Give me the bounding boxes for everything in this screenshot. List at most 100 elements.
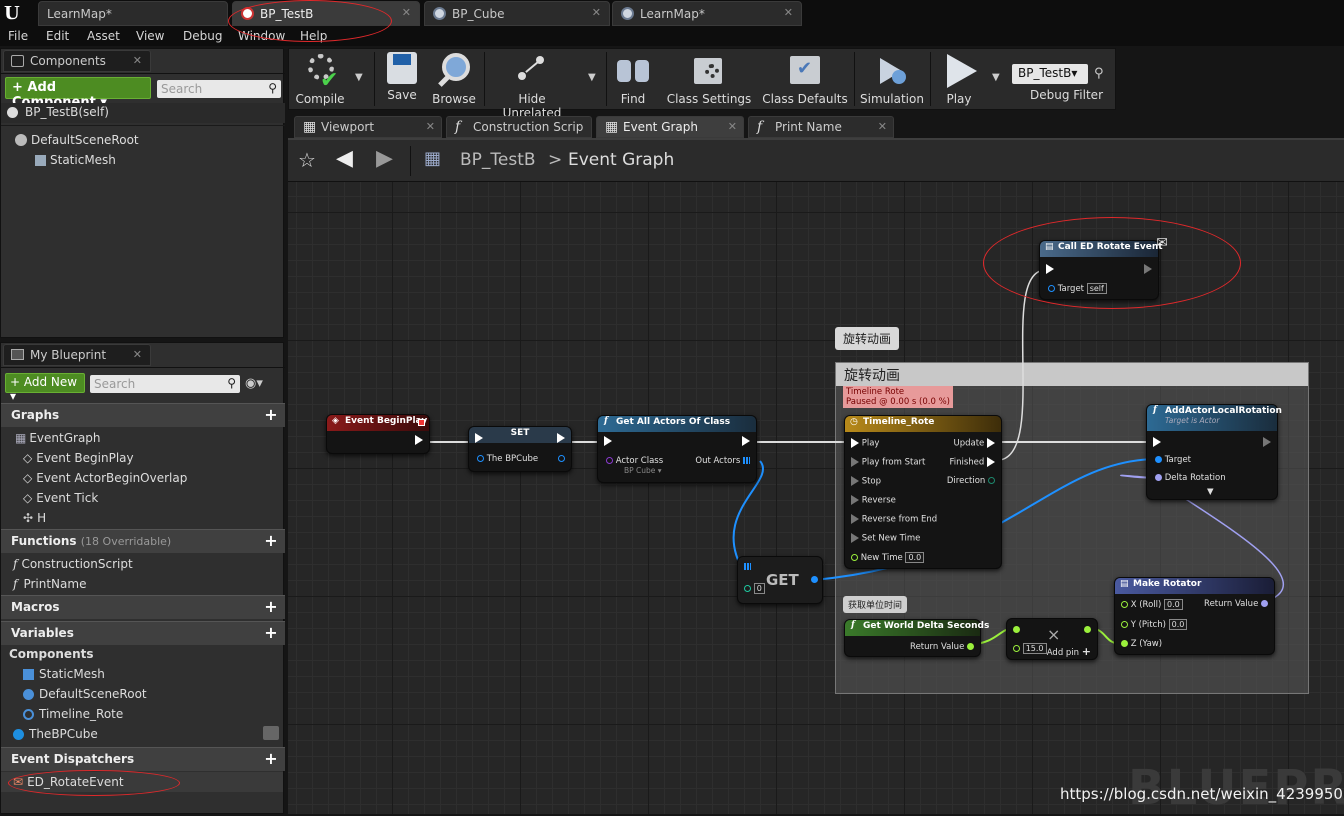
- compile-options-chevron-icon[interactable]: ▼: [355, 72, 363, 83]
- graph-item-eventtick[interactable]: ◇ Event Tick: [23, 491, 98, 505]
- unreal-logo-icon[interactable]: U: [4, 3, 24, 24]
- graphs-section-header[interactable]: Graphs +: [1, 403, 285, 427]
- tab-construction-script[interactable]: f Construction Scrip: [446, 116, 592, 138]
- exec-in-pin[interactable]: [1153, 437, 1161, 448]
- target-pin[interactable]: Target: [1155, 455, 1191, 465]
- tree-item-staticmesh[interactable]: StaticMesh: [35, 153, 116, 167]
- return-value-pin[interactable]: Return Value: [910, 642, 974, 652]
- exec-in-pin[interactable]: [604, 436, 612, 447]
- out-actors-pin[interactable]: Out Actors: [695, 456, 750, 466]
- stop-pin[interactable]: Stop: [851, 476, 881, 487]
- close-icon[interactable]: ✕: [133, 348, 142, 361]
- doc-tab-bp-cube[interactable]: BP_Cube ✕: [424, 1, 610, 26]
- add-variable-plus-icon[interactable]: +: [263, 625, 279, 641]
- event-dispatchers-section-header[interactable]: Event Dispatchers +: [1, 747, 285, 771]
- back-arrow-icon[interactable]: ◀: [336, 146, 353, 171]
- node-timeline-rote[interactable]: ◷ Timeline_Rote Play Play from Start Stop…: [844, 415, 1002, 569]
- float-b-pin[interactable]: 15.0: [1013, 643, 1047, 654]
- graph-item-eventgraph[interactable]: ▦ EventGraph: [15, 431, 101, 445]
- menu-asset[interactable]: Asset: [87, 29, 120, 43]
- direction-pin[interactable]: Direction: [947, 476, 995, 486]
- exec-in-pin[interactable]: [475, 433, 483, 444]
- breadcrumb-root[interactable]: BP_TestB: [460, 150, 536, 170]
- exec-out-pin[interactable]: [742, 436, 750, 447]
- reverse-pin[interactable]: Reverse: [851, 495, 896, 506]
- item-out-pin[interactable]: [811, 575, 818, 585]
- node-add-actor-local-rotation[interactable]: f AddActorLocalRotation Target is Actor Ta…: [1146, 404, 1282, 500]
- exec-out-pin[interactable]: [557, 433, 565, 444]
- graph-item-h[interactable]: ✣ H: [23, 511, 46, 525]
- doc-tab-learnmap-1[interactable]: LearnMap*: [38, 1, 228, 26]
- tab-viewport[interactable]: ▦ Viewport ✕: [294, 116, 442, 138]
- debug-object-select[interactable]: BP_TestB▾: [1012, 64, 1088, 84]
- menu-view[interactable]: View: [136, 29, 164, 43]
- functions-section-header[interactable]: Functions (18 Overridable) +: [1, 529, 285, 553]
- delta-rotation-pin[interactable]: Delta Rotation: [1155, 473, 1226, 483]
- find-button[interactable]: Find: [612, 52, 654, 106]
- actor-class-pin[interactable]: Actor Class: [606, 456, 663, 466]
- x-roll-value[interactable]: 0.0: [1164, 599, 1183, 610]
- node-make-rotator[interactable]: ▤ Make Rotator X (Roll) 0.0 Y (Pitch) 0.0…: [1114, 577, 1275, 655]
- my-blueprint-tab[interactable]: My Blueprint ✕: [3, 344, 151, 366]
- play-options-chevron-icon[interactable]: ▼: [992, 72, 1000, 83]
- reverse-from-end-pin[interactable]: Reverse from End: [851, 514, 937, 525]
- graph-item-beginplay[interactable]: ◇ Event BeginPlay: [23, 451, 134, 465]
- doc-tab-learnmap-2[interactable]: LearnMap* ✕: [612, 1, 802, 26]
- add-pin-button[interactable]: Add pin +: [1047, 645, 1091, 658]
- class-defaults-button[interactable]: ✔ Class Defaults: [762, 52, 848, 106]
- add-dispatcher-plus-icon[interactable]: +: [263, 751, 279, 767]
- tab-print-name[interactable]: f Print Name ✕: [748, 116, 894, 138]
- function-item-printname[interactable]: f PrintName: [13, 577, 86, 591]
- float-out-pin[interactable]: [1084, 625, 1091, 635]
- view-options-eye-icon[interactable]: ◉▾: [245, 376, 263, 391]
- close-icon[interactable]: ✕: [784, 6, 793, 19]
- node-get-world-delta-seconds[interactable]: f Get World Delta Seconds Return Value: [844, 619, 989, 657]
- variable-item-thebpcube[interactable]: TheBPCube: [13, 727, 98, 741]
- debug-search-icon[interactable]: ⚲: [1094, 66, 1104, 81]
- update-pin[interactable]: Update: [954, 438, 995, 449]
- compile-button[interactable]: ✔ Compile: [294, 52, 346, 106]
- new-time-value[interactable]: 0.0: [905, 552, 925, 563]
- tab-event-graph[interactable]: ▦ Event Graph ✕: [596, 116, 744, 138]
- y-pitch-pin[interactable]: Y (Pitch) 0.0: [1121, 619, 1188, 630]
- close-icon[interactable]: ✕: [133, 54, 142, 67]
- menu-edit[interactable]: Edit: [46, 29, 69, 43]
- browse-button[interactable]: Browse: [430, 52, 478, 106]
- menu-file[interactable]: File: [8, 29, 28, 43]
- my-blueprint-search-input[interactable]: Search ⚲: [90, 375, 240, 393]
- play-pin[interactable]: Play: [851, 438, 879, 449]
- finished-pin[interactable]: Finished: [949, 457, 995, 468]
- menu-debug[interactable]: Debug: [183, 29, 222, 43]
- z-yaw-pin[interactable]: Z (Yaw): [1121, 639, 1162, 649]
- close-icon[interactable]: ✕: [402, 6, 411, 19]
- forward-arrow-icon[interactable]: ▶: [376, 146, 393, 171]
- thebpcube-pin[interactable]: The BPCube: [477, 454, 538, 464]
- add-new-button[interactable]: + Add New ▾: [5, 373, 85, 403]
- play-button[interactable]: Play: [934, 52, 984, 106]
- x-roll-pin[interactable]: X (Roll) 0.0: [1121, 599, 1183, 610]
- node-get-array[interactable]: GET 0: [737, 556, 823, 604]
- class-settings-button[interactable]: Class Settings: [666, 52, 752, 106]
- index-pin[interactable]: 0: [744, 583, 765, 594]
- macros-section-header[interactable]: Macros +: [1, 595, 285, 619]
- variables-section-header[interactable]: Variables +: [1, 621, 285, 645]
- components-search-input[interactable]: Search ⚲: [157, 80, 281, 98]
- add-function-plus-icon[interactable]: +: [263, 533, 279, 549]
- thebpcube-out-pin[interactable]: [558, 454, 565, 464]
- expand-chevron-icon[interactable]: ▼: [1207, 487, 1214, 497]
- set-new-time-pin[interactable]: Set New Time: [851, 533, 920, 544]
- eye-toggle-icon[interactable]: [263, 726, 279, 740]
- tree-item-defaultsceneroot[interactable]: DefaultSceneRoot: [15, 133, 139, 147]
- variable-item-defaultsceneroot[interactable]: DefaultSceneRoot: [23, 687, 147, 701]
- exec-out-pin[interactable]: [1263, 437, 1271, 448]
- hide-unrelated-button[interactable]: Hide Unrelated: [488, 52, 576, 120]
- close-icon[interactable]: ✕: [426, 120, 435, 133]
- event-graph-canvas[interactable]: 旋转动画 旋转动画 Timeline Rote Paused @ 0.00 s …: [288, 182, 1344, 816]
- multiply-value[interactable]: 15.0: [1022, 643, 1047, 654]
- node-get-all-actors-of-class[interactable]: f Get All Actors Of Class Actor Class BP …: [597, 415, 757, 483]
- rotator-return-pin[interactable]: Return Value: [1204, 599, 1268, 609]
- play-from-start-pin[interactable]: Play from Start: [851, 457, 925, 468]
- add-graph-plus-icon[interactable]: +: [263, 407, 279, 423]
- components-category[interactable]: Components: [9, 647, 94, 661]
- variable-item-timeline[interactable]: Timeline_Rote: [23, 707, 123, 721]
